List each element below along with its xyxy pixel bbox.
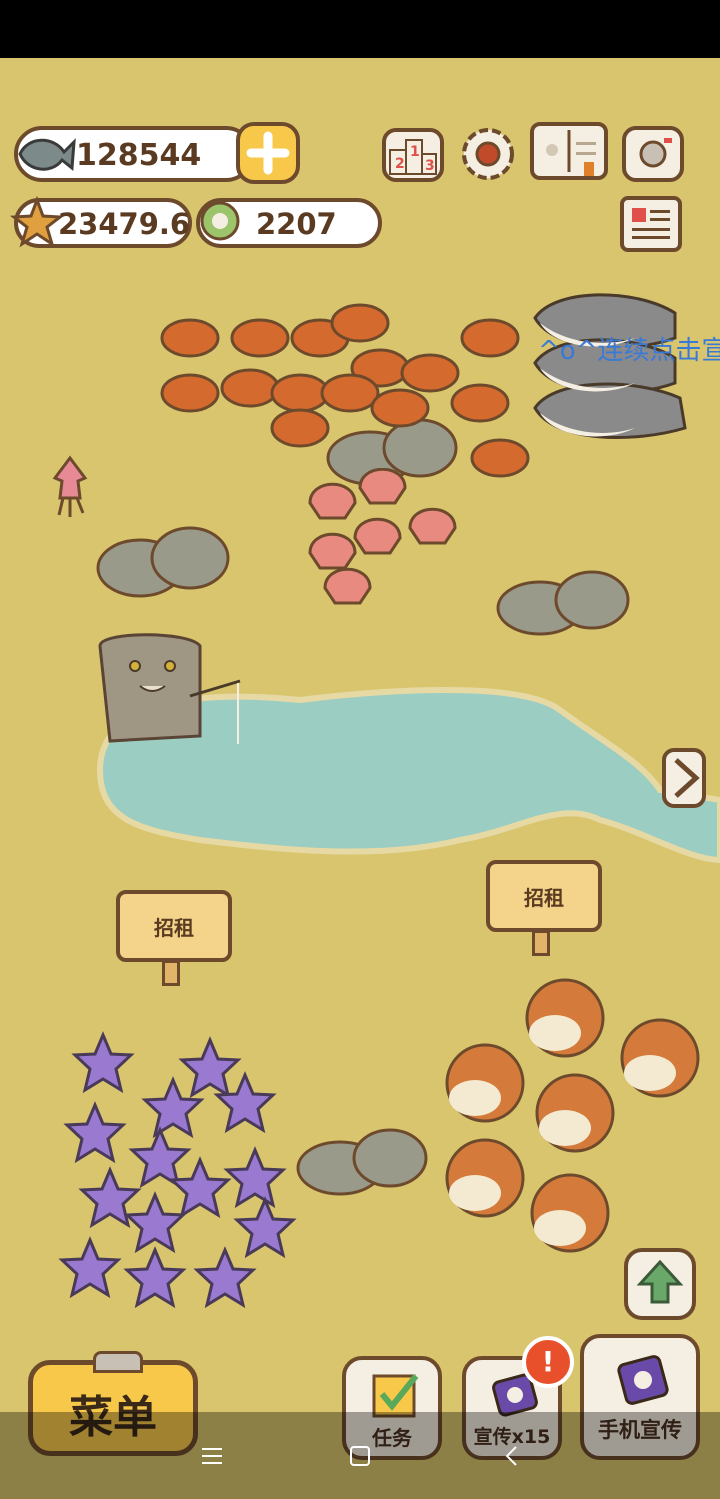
rock-1: [96, 526, 230, 598]
clipboard-clip: [93, 1351, 143, 1373]
svg-text:3: 3: [425, 158, 435, 174]
fish-icon: [18, 138, 76, 171]
coin-count: 2207: [256, 207, 337, 241]
squid: [52, 455, 88, 517]
game-world[interactable]: 招租 招租: [0, 58, 720, 1499]
svg-text:1: 1: [410, 144, 420, 160]
camera-button[interactable]: [622, 126, 684, 182]
promote-alert-badge: !: [522, 1336, 574, 1388]
coin-icon: [200, 201, 240, 241]
tap-hint-text: ^o^连续点击宣: [538, 336, 720, 366]
system-navigation-bar: [0, 1412, 720, 1499]
pufferfish-group: [445, 978, 700, 1253]
starfish-group: [60, 1033, 295, 1307]
back-icon[interactable]: [502, 1444, 522, 1468]
scallop-group: [308, 468, 457, 605]
rock-2: [496, 570, 630, 636]
svg-text:2: 2: [395, 156, 405, 172]
arrow-up-icon: [636, 1259, 684, 1304]
settings-button[interactable]: [458, 124, 518, 184]
scroll-right-button[interactable]: [662, 748, 706, 808]
leaderboard-button[interactable]: 2 1 3: [382, 128, 444, 182]
phone-tv-icon: [617, 1355, 669, 1405]
rent-sign-right[interactable]: 招租: [486, 860, 602, 960]
rent-sign-label: 招租: [486, 860, 602, 932]
book-icon: [546, 130, 596, 176]
camera-icon: [639, 138, 672, 168]
plus-icon: [246, 131, 290, 175]
upgrade-button[interactable]: [624, 1248, 696, 1320]
rock-4: [296, 1128, 428, 1196]
status-bar: [0, 0, 720, 58]
pallas-cat-fishing: [98, 633, 241, 744]
encyclopedia-button[interactable]: [530, 122, 608, 180]
starfish-counter: 23479.6: [10, 196, 192, 248]
fish-counter: 128544: [14, 126, 254, 182]
news-button[interactable]: [620, 196, 682, 252]
add-fish-button[interactable]: [236, 122, 300, 184]
podium-icon: 2 1 3: [389, 139, 437, 175]
recents-icon[interactable]: [200, 1446, 224, 1466]
starfish-count: 23479.6: [58, 207, 191, 241]
newspaper-icon: [632, 208, 670, 239]
fish-count: 128544: [76, 138, 202, 173]
chevron-right-icon: [674, 758, 700, 798]
rent-sign-label: 招租: [116, 890, 232, 962]
rent-sign-left[interactable]: 招租: [116, 890, 232, 990]
coin-counter: 2207: [196, 198, 382, 248]
starfish-icon: [10, 196, 64, 248]
crab-group: [160, 303, 530, 478]
home-icon[interactable]: [348, 1444, 372, 1468]
gear-icon: [462, 128, 514, 180]
